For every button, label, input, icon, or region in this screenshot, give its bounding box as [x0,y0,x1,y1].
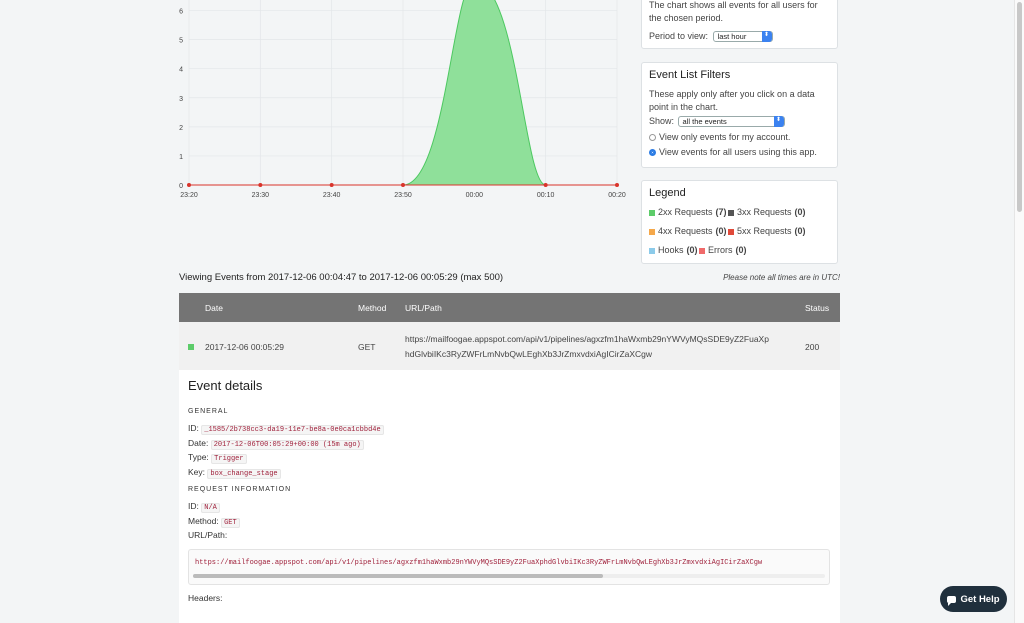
legend-3xx: 3xx Requests (0) [728,206,807,219]
legend-5xx: 5xx Requests (0) [728,225,807,238]
general-header: GENERAL [188,408,229,415]
data-point[interactable] [401,183,405,187]
data-point[interactable] [615,183,619,187]
radio-all-users[interactable]: View events for all users using this app… [649,146,830,159]
chat-bubble-icon [947,595,957,606]
row-date: 2017-12-06 00:05:29 [205,342,284,352]
period-select[interactable]: last hour ⬍ [712,31,773,43]
legend-swatch [728,228,734,235]
y-tick-label: 0 [179,183,183,190]
period-select-value: last hour [717,32,747,42]
headers-label: Headers: [188,592,223,603]
data-point[interactable] [543,183,548,187]
x-tick-label: 00:20 [608,192,626,199]
legend-errors: Errors (0) [699,244,778,257]
radio-label: View only events for my account. [659,132,791,142]
row-status: 200 [805,342,820,352]
horizontal-scrollbar[interactable] [193,573,825,578]
y-tick-label: 5 [179,38,183,45]
filters-panel: Event List Filters These apply only afte… [641,62,838,168]
legend-4xx: 4xx Requests (0) [649,225,728,238]
y-tick-label: 6 [179,9,183,16]
radio-my-account[interactable]: View only events for my account. [649,131,830,144]
x-tick-label: 00:10 [537,192,555,199]
event-details: Event details GENERAL ID: _1585/2b738cc3… [179,370,840,615]
legend-swatch [699,247,705,254]
legend-hooks: Hooks (0) [649,244,699,257]
table-header: Date Method URL/Path Status [179,293,840,322]
header-method[interactable]: Method [358,303,386,313]
x-tick-label: 23:20 [180,192,198,199]
events-table: Date Method URL/Path Status 2017-12-06 0… [179,293,840,623]
show-select-value: all the events [682,117,727,127]
legend-swatch [649,247,655,254]
y-tick-label: 4 [179,67,183,74]
requests-chart[interactable]: 0 1 2 3 4 5 6 23:20 23:30 23:40 23:50 00:00 00:10 00:… [168,0,632,205]
header-date[interactable]: Date [205,303,223,313]
y-tick-label: 2 [179,125,183,132]
data-point[interactable] [258,183,263,187]
request-method: Method: GET [188,516,831,531]
general-date: Date: 2017-12-06T00:05:29+00:00 (15m ago… [188,438,831,453]
radio-label: View events for all users using this app… [659,147,817,157]
row-url-line1: https://mailfoogae.appspot.com/api/v1/pi… [405,334,769,344]
show-select[interactable]: all the events ⬍ [677,116,785,128]
legend-title: Legend [649,187,686,199]
header-url[interactable]: URL/Path [405,303,442,313]
chevron-updown-icon: ⬍ [773,116,784,128]
period-label: Period to view: [649,31,709,41]
get-help-button[interactable]: Get Help [940,586,1007,612]
row-method: GET [358,342,376,352]
show-label: Show: [649,116,675,126]
legend-swatch [649,209,655,216]
header-status[interactable]: Status [805,303,829,313]
period-description: The chart shows all events for all users… [649,0,818,23]
status-indicator-icon [188,344,194,350]
request-id: ID: N/A [188,501,831,516]
urlpath-box[interactable]: https://mailfoogae.appspot.com/api/v1/pi… [188,548,830,585]
scrollbar-thumb[interactable] [1017,2,1022,212]
x-tick-label: 23:50 [394,192,412,199]
request-header: REQUEST INFORMATION [188,486,292,493]
details-title: Event details [188,378,263,393]
y-tick-label: 3 [179,96,183,103]
legend-panel: Legend 2xx Requests (7) 3xx Requests (0) 4… [641,180,838,264]
chevron-updown-icon: ⬍ [761,31,772,43]
filters-title: Event List Filters [649,69,731,81]
x-tick-label: 23:40 [323,192,341,199]
data-point[interactable] [329,183,334,187]
radio-button-selected[interactable] [649,149,656,156]
general-key: Key: box_change_stage [188,467,831,482]
x-tick-label: 00:00 [466,192,484,199]
table-row[interactable]: 2017-12-06 00:05:29 GET https://mailfoog… [179,322,840,370]
legend-swatch [649,228,655,235]
row-url-line2: hdGlvbiIKc3RyZWFrLmNvbQwLEghXb3JrZmxvdxi… [405,349,653,359]
y-tick-label: 1 [179,154,183,161]
filters-description: These apply only after you click on a da… [649,89,815,112]
x-tick-label: 23:30 [252,192,270,199]
urlpath-value: https://mailfoogae.appspot.com/api/v1/pi… [195,558,763,567]
viewing-range: Viewing Events from 2017-12-06 00:04:47 … [179,272,504,283]
page-scrollbar[interactable] [1014,0,1024,623]
utc-note: Please note all times are in UTC! [723,273,840,282]
data-point[interactable] [187,183,191,187]
general-id: ID: _1585/2b738cc3-da19-11e7-be8a-0e0ca1… [188,423,831,438]
period-panel: The chart shows all events for all users… [641,0,838,49]
general-type: Type: Trigger [188,452,831,467]
radio-button[interactable] [649,134,656,141]
request-urlpath-label: URL/Path: [188,530,228,540]
legend-2xx: 2xx Requests (7) [649,206,728,219]
get-help-label: Get Help [960,593,1000,605]
legend-swatch [728,209,734,216]
